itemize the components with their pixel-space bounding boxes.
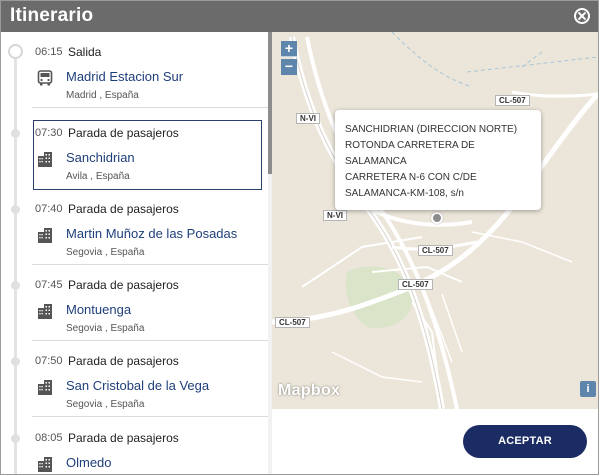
timeline-start-dot <box>8 44 23 59</box>
stop-time: 06:15 <box>35 46 63 58</box>
road-label: N-VI <box>323 210 347 221</box>
timeline-dot <box>11 434 20 443</box>
popup-line: ROTONDA CARRETERA DE <box>345 140 475 151</box>
stop-type: Parada de pasajeros <box>68 431 179 445</box>
itinerary-stop[interactable]: 08:05 Parada de pasajeros Olmedo <box>1 418 271 474</box>
stop-time: 07:45 <box>35 279 63 291</box>
mapbox-logo: Mapbox <box>278 382 341 399</box>
itinerary-stop[interactable]: 06:15 Salida Madrid Estacion Sur Madrid … <box>1 32 271 108</box>
stop-location: Segovia , España <box>66 247 145 258</box>
building-icon <box>38 228 52 243</box>
road-label: CL-507 <box>275 317 310 328</box>
stop-time: 07:50 <box>35 355 63 367</box>
itinerary-stop-selected[interactable]: 07:30 Parada de pasajeros Sanchidrian Av… <box>1 113 271 190</box>
stop-name: Martin Muñoz de las Posadas <box>66 226 238 241</box>
map-popup: SANCHIDRIAN (DIRECCION NORTE) ROTONDA CA… <box>335 110 541 210</box>
stop-name: San Cristobal de la Vega <box>66 378 210 393</box>
stop-type: Parada de pasajeros <box>68 354 179 368</box>
stop-location: Madrid , España <box>66 90 139 101</box>
itinerary-stop[interactable]: 07:45 Parada de pasajeros Montuenga Sego… <box>1 265 271 341</box>
popup-line: CARRETERA N-6 CON C/DE <box>345 172 477 183</box>
dialog-titlebar: Itinerario <box>1 1 598 32</box>
popup-line: SALAMANCA-KM-108, s/n <box>345 188 464 199</box>
stop-type: Parada de pasajeros <box>68 278 179 292</box>
itinerary-dialog: Itinerario 06:15 Salida Madrid Estacion … <box>0 0 599 475</box>
zoom-out-button[interactable]: − <box>281 59 297 75</box>
road-label: CL-507 <box>495 95 530 106</box>
close-icon[interactable] <box>574 8 590 24</box>
road-label: CL-507 <box>398 279 433 290</box>
stop-name: Sanchidrian <box>66 150 135 165</box>
bus-icon <box>37 70 53 86</box>
zoom-in-button[interactable]: + <box>281 41 297 57</box>
stop-location: Avila , España <box>66 171 130 182</box>
popup-line: SALAMANCA <box>345 156 407 167</box>
timeline-dot <box>11 129 20 138</box>
divider <box>32 107 269 108</box>
divider <box>32 416 269 417</box>
itinerary-stop[interactable]: 07:40 Parada de pasajeros Martin Muñoz d… <box>1 189 271 265</box>
dialog-title: Itinerario <box>10 5 94 26</box>
stop-location: Segovia , España <box>66 399 145 410</box>
itinerary-stop[interactable]: 07:50 Parada de pasajeros San Cristobal … <box>1 341 271 417</box>
stop-time: 07:30 <box>35 127 63 139</box>
map-view[interactable]: + − N-VI CL-507 N-VI CL-507 CL-507 CL-50… <box>272 32 598 409</box>
stop-type: Parada de pasajeros <box>68 202 179 216</box>
stop-type: Salida <box>68 45 102 59</box>
timeline-dot <box>11 281 20 290</box>
stop-time: 08:05 <box>35 432 63 444</box>
stop-time: 07:40 <box>35 203 63 215</box>
stop-name: Montuenga <box>66 302 132 317</box>
building-icon <box>38 304 52 319</box>
road-label: N-VI <box>296 113 320 124</box>
stop-location: Segovia , España <box>66 323 145 334</box>
timeline-dot <box>11 357 20 366</box>
building-icon <box>38 152 52 167</box>
road-label: CL-507 <box>418 245 453 256</box>
timeline-dot <box>11 205 20 214</box>
itinerary-list: 06:15 Salida Madrid Estacion Sur Madrid … <box>1 32 271 474</box>
popup-line: SANCHIDRIAN (DIRECCION NORTE) <box>345 124 518 135</box>
info-icon[interactable]: i <box>580 381 596 397</box>
building-icon <box>38 457 52 472</box>
accept-button[interactable]: ACEPTAR <box>463 425 587 458</box>
map-marker[interactable] <box>431 212 443 224</box>
building-icon <box>38 380 52 395</box>
stop-name: Madrid Estacion Sur <box>66 69 184 84</box>
stop-name: Olmedo <box>66 455 112 470</box>
stop-type: Parada de pasajeros <box>68 126 179 140</box>
